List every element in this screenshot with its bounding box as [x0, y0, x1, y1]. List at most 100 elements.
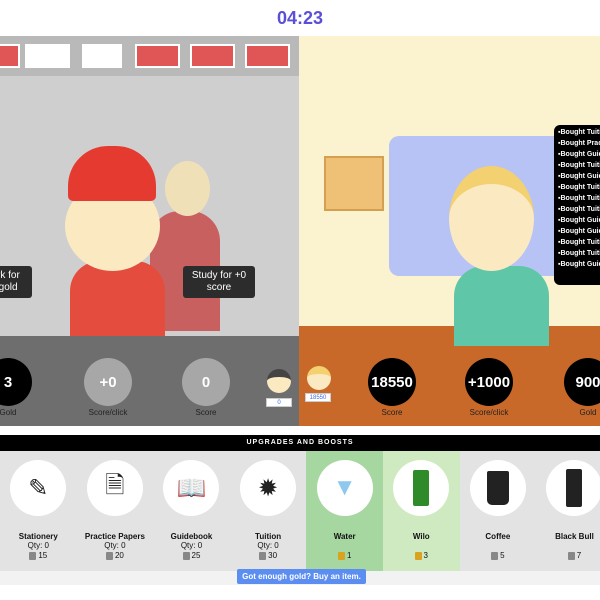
spc-value: +0 — [84, 358, 132, 406]
item-qty — [536, 541, 600, 551]
item-name: Water — [333, 532, 356, 541]
student-character[interactable] — [454, 266, 549, 346]
item-wilo[interactable]: Wilo 3 — [382, 451, 460, 571]
upgrades-header: UPGRADES AND BOOSTS — [0, 435, 600, 451]
item-price: 20 — [77, 551, 154, 560]
log-item: Bought Tuition — [558, 160, 600, 171]
item-qty — [460, 541, 537, 551]
log-item: Bought Tuition — [558, 127, 600, 138]
item-water[interactable]: ▼ Water 1 — [306, 451, 383, 571]
left-player-avatar — [267, 369, 291, 393]
log-item: Bought Tuition — [558, 204, 600, 215]
score-per-click-stat: +0 Score/click — [78, 358, 138, 417]
purchase-log: Bought TuitionBought Practice PapersBoug… — [554, 125, 600, 285]
game-timer: 04:23 — [276, 8, 324, 28]
book-icon: 📖 — [163, 460, 220, 516]
gold-value: 900 — [564, 358, 600, 406]
tutor-icon: ✹ — [240, 460, 297, 516]
score-label: Score — [381, 408, 403, 417]
log-item: Bought Guidebook — [558, 149, 600, 160]
pen-icon: ✎ — [10, 460, 67, 516]
spc-label: Score/click — [88, 408, 128, 417]
item-name: Coffee — [485, 532, 511, 541]
gold-coin-icon — [414, 551, 422, 560]
log-item: Bought Tuition — [558, 193, 600, 204]
spc-value: +1000 — [465, 358, 513, 406]
score-stat: 0 Score — [176, 358, 236, 417]
spc-label: Score/click — [469, 408, 509, 417]
menu-board — [0, 36, 299, 76]
item-qty: Qty: 0 — [180, 541, 203, 550]
log-item: Bought Tuition — [558, 248, 600, 259]
score-value: 18550 — [368, 358, 416, 406]
item-name: Wilo — [412, 532, 430, 541]
counter — [0, 336, 299, 426]
energy-drink-icon — [546, 460, 600, 516]
item-price: 7 — [536, 551, 600, 560]
upgrades-list: ✎ Stationery Qty: 0 15 🗎 Practice Papers Qty:… — [0, 451, 600, 571]
gold-label: Gold — [0, 408, 17, 417]
item-name: Tuition — [255, 532, 282, 541]
item-price: 30 — [230, 551, 307, 560]
item-name: Guidebook — [170, 532, 213, 541]
price-value: 25 — [191, 551, 201, 560]
left-player-score: 0 — [266, 398, 292, 407]
study-tooltip: Study for +0 score — [183, 266, 255, 298]
item-qty: Qty: 0 — [27, 541, 49, 550]
right-player-avatar — [307, 366, 331, 390]
price-value: 7 — [576, 551, 582, 560]
score-per-click-stat: +1000 Score/click — [459, 358, 519, 417]
gold-coin-icon — [567, 551, 575, 560]
gold-label: Gold — [579, 408, 597, 417]
item-guidebook[interactable]: 📖 Guidebook Qty: 0 25 — [153, 451, 230, 571]
item-qty: Qty: 0 — [257, 541, 279, 550]
student-head[interactable] — [449, 166, 534, 271]
gold-coin-icon — [182, 551, 190, 560]
item-price: 25 — [153, 551, 230, 560]
coffee-cup-icon — [469, 460, 526, 516]
coworker-head — [165, 161, 210, 216]
drink-can-icon — [393, 460, 450, 516]
price-value: 30 — [268, 551, 278, 560]
right-player-score: 18550 — [305, 393, 331, 402]
item-stationery[interactable]: ✎ Stationery Qty: 0 15 — [0, 451, 77, 571]
item-tuition[interactable]: ✹ Tuition Qty: 0 30 — [230, 451, 307, 571]
item-practice-papers[interactable]: 🗎 Practice Papers Qty: 0 20 — [77, 451, 154, 571]
gold-coin-icon — [337, 551, 345, 560]
log-item: Bought Guidebook — [558, 171, 600, 182]
log-item: Bought Tuition — [558, 182, 600, 193]
item-qty — [383, 541, 460, 551]
item-qty: Qty: 0 — [104, 541, 126, 550]
item-coffee[interactable]: Coffee 5 — [460, 451, 537, 571]
item-price: 5 — [460, 551, 537, 560]
item-price: 15 — [0, 551, 77, 560]
player-right-panel: Bought TuitionBought Practice PapersBoug… — [299, 36, 600, 426]
score-stat: 18550 Score — [362, 358, 422, 417]
gold-stat: 900 Gold — [558, 358, 600, 417]
gold-coin-icon — [105, 551, 113, 560]
item-black-bull[interactable]: Black Bull 7 — [536, 451, 600, 571]
floor — [299, 326, 600, 426]
gold-coin-icon — [491, 551, 499, 560]
work-tooltip: Work for +1 gold — [0, 266, 32, 298]
item-price: 3 — [383, 551, 460, 560]
price-value: 5 — [500, 551, 505, 560]
dresser — [324, 156, 384, 211]
log-item: Bought Guidebook — [558, 226, 600, 237]
score-label: Score — [195, 408, 217, 417]
papers-icon: 🗎 — [86, 460, 143, 516]
item-name: Practice Papers — [84, 532, 145, 541]
price-value: 20 — [114, 551, 124, 560]
item-name: Stationery — [18, 532, 58, 541]
item-name: Black Bull — [555, 532, 594, 541]
log-item: Bought Tuition — [558, 237, 600, 248]
log-item: Bought Guidebook — [558, 215, 600, 226]
score-value: 0 — [182, 358, 230, 406]
player-left-panel: Work for +1 gold Study for +0 score 3 Gol… — [0, 36, 299, 426]
hint-banner: Got enough gold? Buy an item. — [237, 569, 366, 584]
gold-coin-icon — [259, 551, 267, 560]
item-qty — [306, 541, 383, 551]
price-value: 1 — [346, 551, 352, 560]
gold-stat: 3 Gold — [0, 358, 38, 417]
price-value: 15 — [38, 551, 48, 560]
